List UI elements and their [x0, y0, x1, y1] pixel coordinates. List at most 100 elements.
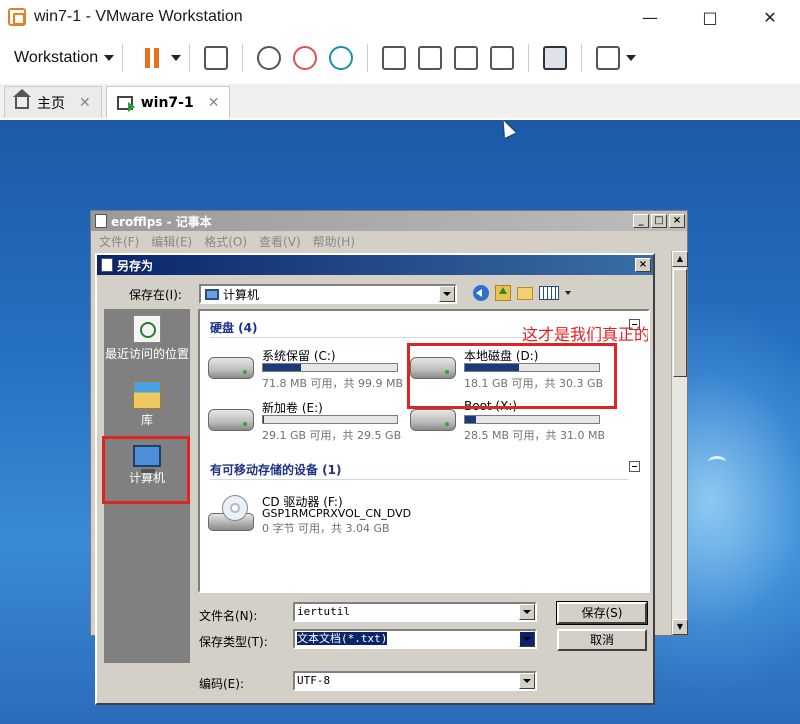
- menu-format[interactable]: 格式(O): [204, 233, 247, 250]
- recent-places-icon: [133, 315, 161, 343]
- filetype-value: 文本文档(*.txt): [297, 632, 388, 645]
- full-screen-icon[interactable]: [454, 46, 479, 70]
- vm-running-icon: [116, 95, 135, 112]
- vertical-scrollbar[interactable]: ▲ ▼: [671, 251, 688, 635]
- place-label: 最近访问的位置: [104, 347, 189, 361]
- minimize-button[interactable]: _: [633, 214, 649, 228]
- pause-icon: [145, 48, 151, 68]
- drive-usage-bar: [464, 415, 600, 424]
- chevron-down-icon[interactable]: [565, 291, 571, 295]
- drive-label: GSP1RMCPRXVOL_CN_DVD: [262, 507, 412, 520]
- drive-c[interactable]: 系统保留 (C:) 71.8 MB 可用，共 99.9 MB: [202, 347, 403, 391]
- tab-win7-1[interactable]: win7-1 ✕: [105, 86, 231, 118]
- notepad-title: erofflps - 记事本: [111, 214, 212, 229]
- sidebar-toggle-icon[interactable]: [382, 46, 407, 70]
- chevron-down-icon[interactable]: [519, 673, 535, 689]
- scroll-thumb[interactable]: [673, 269, 687, 377]
- tab-label: 主页: [37, 95, 65, 112]
- drive-name: 系统保留 (C:): [262, 349, 336, 363]
- encoding-dropdown[interactable]: UTF-8: [293, 671, 537, 691]
- filename-label: 文件名(N):: [199, 609, 258, 623]
- cd-drive-icon: [208, 495, 254, 531]
- scroll-down-button[interactable]: ▼: [672, 619, 688, 635]
- close-icon[interactable]: ✕: [79, 95, 91, 111]
- new-folder-icon[interactable]: [517, 286, 533, 300]
- filename-value: iertutil: [297, 605, 350, 618]
- look-in-label: 保存在(I):: [129, 288, 182, 302]
- save-as-dialog: 另存为 × 保存在(I): 计算机 最近访问的位置 库 计算机 硬盘 (4) 系…: [95, 253, 655, 705]
- toolbar-divider: [122, 44, 124, 72]
- thumbnail-bar-icon[interactable]: [418, 46, 443, 70]
- menu-file[interactable]: 文件(F): [99, 233, 139, 250]
- place-recent[interactable]: 最近访问的位置: [104, 315, 190, 361]
- chevron-down-icon[interactable]: [439, 286, 455, 302]
- minimize-button[interactable]: —: [620, 0, 680, 34]
- filename-input[interactable]: iertutil: [293, 602, 537, 622]
- menu-view[interactable]: 查看(V): [259, 233, 301, 250]
- dialog-nav-buttons: [473, 285, 571, 301]
- save-button[interactable]: 保存(S): [556, 601, 648, 625]
- close-icon[interactable]: ✕: [208, 95, 220, 111]
- maximize-button[interactable]: □: [651, 214, 667, 228]
- revert-snapshot-icon[interactable]: [293, 46, 318, 70]
- vmware-toolbar: Workstation: [0, 36, 800, 80]
- encoding-value: UTF-8: [297, 674, 331, 687]
- drive-name: 新加卷 (E:): [262, 401, 323, 415]
- drive-info: 29.1 GB 可用，共 29.5 GB: [262, 429, 402, 442]
- cancel-button[interactable]: 取消: [557, 629, 647, 651]
- notepad-titlebar[interactable]: erofflps - 记事本 _ □ ×: [91, 211, 687, 231]
- window-controls: — □ ✕: [620, 0, 800, 34]
- close-button[interactable]: ✕: [740, 0, 800, 34]
- drive-e[interactable]: 新加卷 (E:) 29.1 GB 可用，共 29.5 GB: [202, 399, 402, 443]
- filetype-label: 保存类型(T):: [199, 635, 268, 649]
- snapshot-icon[interactable]: [257, 46, 282, 70]
- unity-icon[interactable]: [490, 46, 515, 70]
- drive-usage-fill: [263, 364, 301, 371]
- pause-button[interactable]: [145, 48, 182, 68]
- look-in-dropdown[interactable]: 计算机: [199, 284, 457, 304]
- home-icon: [13, 88, 31, 109]
- drive-usage-bar: [262, 415, 398, 424]
- menu-help[interactable]: 帮助(H): [313, 233, 355, 250]
- bird-decoration: [708, 456, 726, 468]
- hard-drive-icon: [208, 357, 254, 379]
- drive-usage-fill: [263, 416, 265, 423]
- close-button[interactable]: ×: [635, 258, 651, 272]
- view-menu-icon[interactable]: [539, 286, 559, 300]
- console-view-icon[interactable]: [543, 46, 568, 70]
- tab-bar: 主页 ✕ win7-1 ✕: [0, 84, 800, 118]
- scroll-up-button[interactable]: ▲: [672, 251, 688, 267]
- annotation-box-drive-d: [407, 343, 617, 409]
- place-label: 库: [140, 413, 153, 427]
- maximize-button[interactable]: □: [680, 0, 740, 34]
- notepad-menubar: 文件(F) 编辑(E) 格式(O) 查看(V) 帮助(H): [91, 231, 687, 251]
- tab-home[interactable]: 主页 ✕: [4, 86, 102, 118]
- annotation-box-computer: [102, 436, 190, 504]
- workstation-menu[interactable]: Workstation: [14, 49, 115, 67]
- back-icon[interactable]: [473, 285, 489, 301]
- group-header-removable: 有可移动存储的设备 (1): [210, 463, 342, 477]
- menu-edit[interactable]: 编辑(E): [151, 233, 192, 250]
- place-libraries[interactable]: 库: [104, 381, 190, 427]
- libraries-icon: [133, 381, 161, 409]
- send-ctrl-alt-del-icon[interactable]: [204, 46, 229, 70]
- filetype-dropdown[interactable]: 文本文档(*.txt): [293, 629, 537, 649]
- chevron-down-icon[interactable]: [171, 55, 182, 61]
- up-folder-icon[interactable]: [495, 285, 511, 301]
- dialog-title: 另存为: [117, 258, 154, 273]
- chevron-down-icon[interactable]: [626, 55, 637, 61]
- stretch-guest-icon[interactable]: [596, 46, 621, 70]
- chevron-down-icon[interactable]: [519, 604, 535, 620]
- vmware-titlebar: win7-1 - VMware Workstation — □ ✕: [0, 0, 800, 34]
- close-button[interactable]: ×: [669, 214, 685, 228]
- chevron-down-icon[interactable]: [519, 631, 535, 647]
- snapshot-manager-icon[interactable]: [329, 46, 354, 70]
- collapse-icon[interactable]: [629, 461, 640, 472]
- drive-info: 28.5 MB 可用，共 31.0 MB: [464, 429, 606, 442]
- drive-usage-fill: [465, 416, 476, 423]
- vmware-logo-icon: [8, 8, 26, 26]
- drive-cd[interactable]: CD 驱动器 (F:) GSP1RMCPRXVOL_CN_DVD 0 字节 可用…: [202, 489, 411, 543]
- computer-icon: [205, 288, 219, 300]
- save-as-titlebar[interactable]: 另存为 ×: [97, 255, 653, 275]
- drive-info: 0 字节 可用，共 3.04 GB: [262, 522, 390, 535]
